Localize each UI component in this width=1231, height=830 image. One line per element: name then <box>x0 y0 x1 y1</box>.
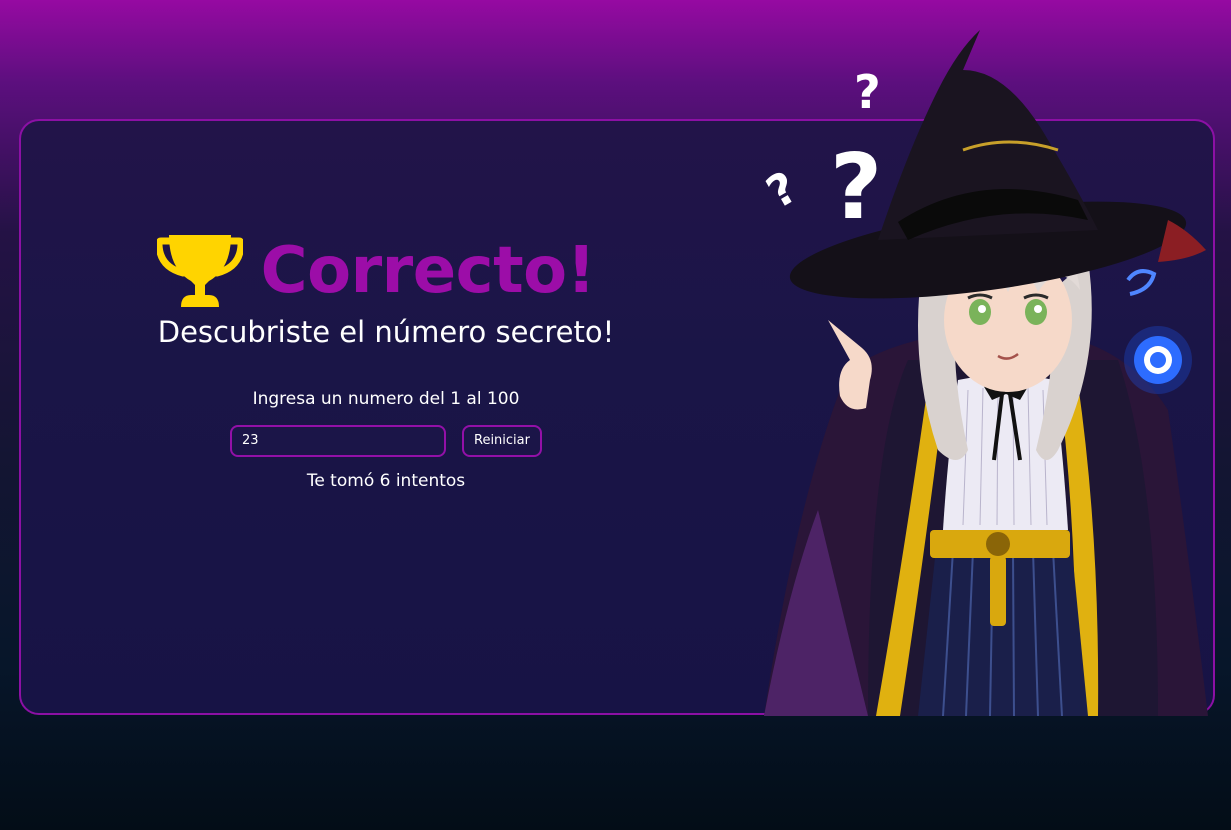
question-mark-tilted: ? <box>758 162 806 219</box>
game-content: Correcto! Descubriste el número secreto!… <box>21 231 751 491</box>
title-row: Correcto! <box>1 231 751 311</box>
question-mark-large: ? <box>830 135 882 240</box>
witch-illustration: ? ? ? <box>758 30 1208 716</box>
input-prompt: Ingresa un numero del 1 al 100 <box>252 389 520 409</box>
magic-orb <box>1124 269 1192 394</box>
input-row: 23 Reiniciar <box>21 425 751 457</box>
number-input[interactable]: 23 <box>230 425 446 457</box>
question-marks: ? ? ? <box>758 65 882 240</box>
question-mark-small: ? <box>854 65 881 119</box>
trophy-icon <box>156 235 243 307</box>
page-subtitle: Descubriste el número secreto! <box>157 315 615 349</box>
restart-button[interactable]: Reiniciar <box>462 425 542 457</box>
page-title: Correcto! <box>260 234 596 308</box>
attempts-message: Te tomó 6 intentos <box>306 471 466 491</box>
